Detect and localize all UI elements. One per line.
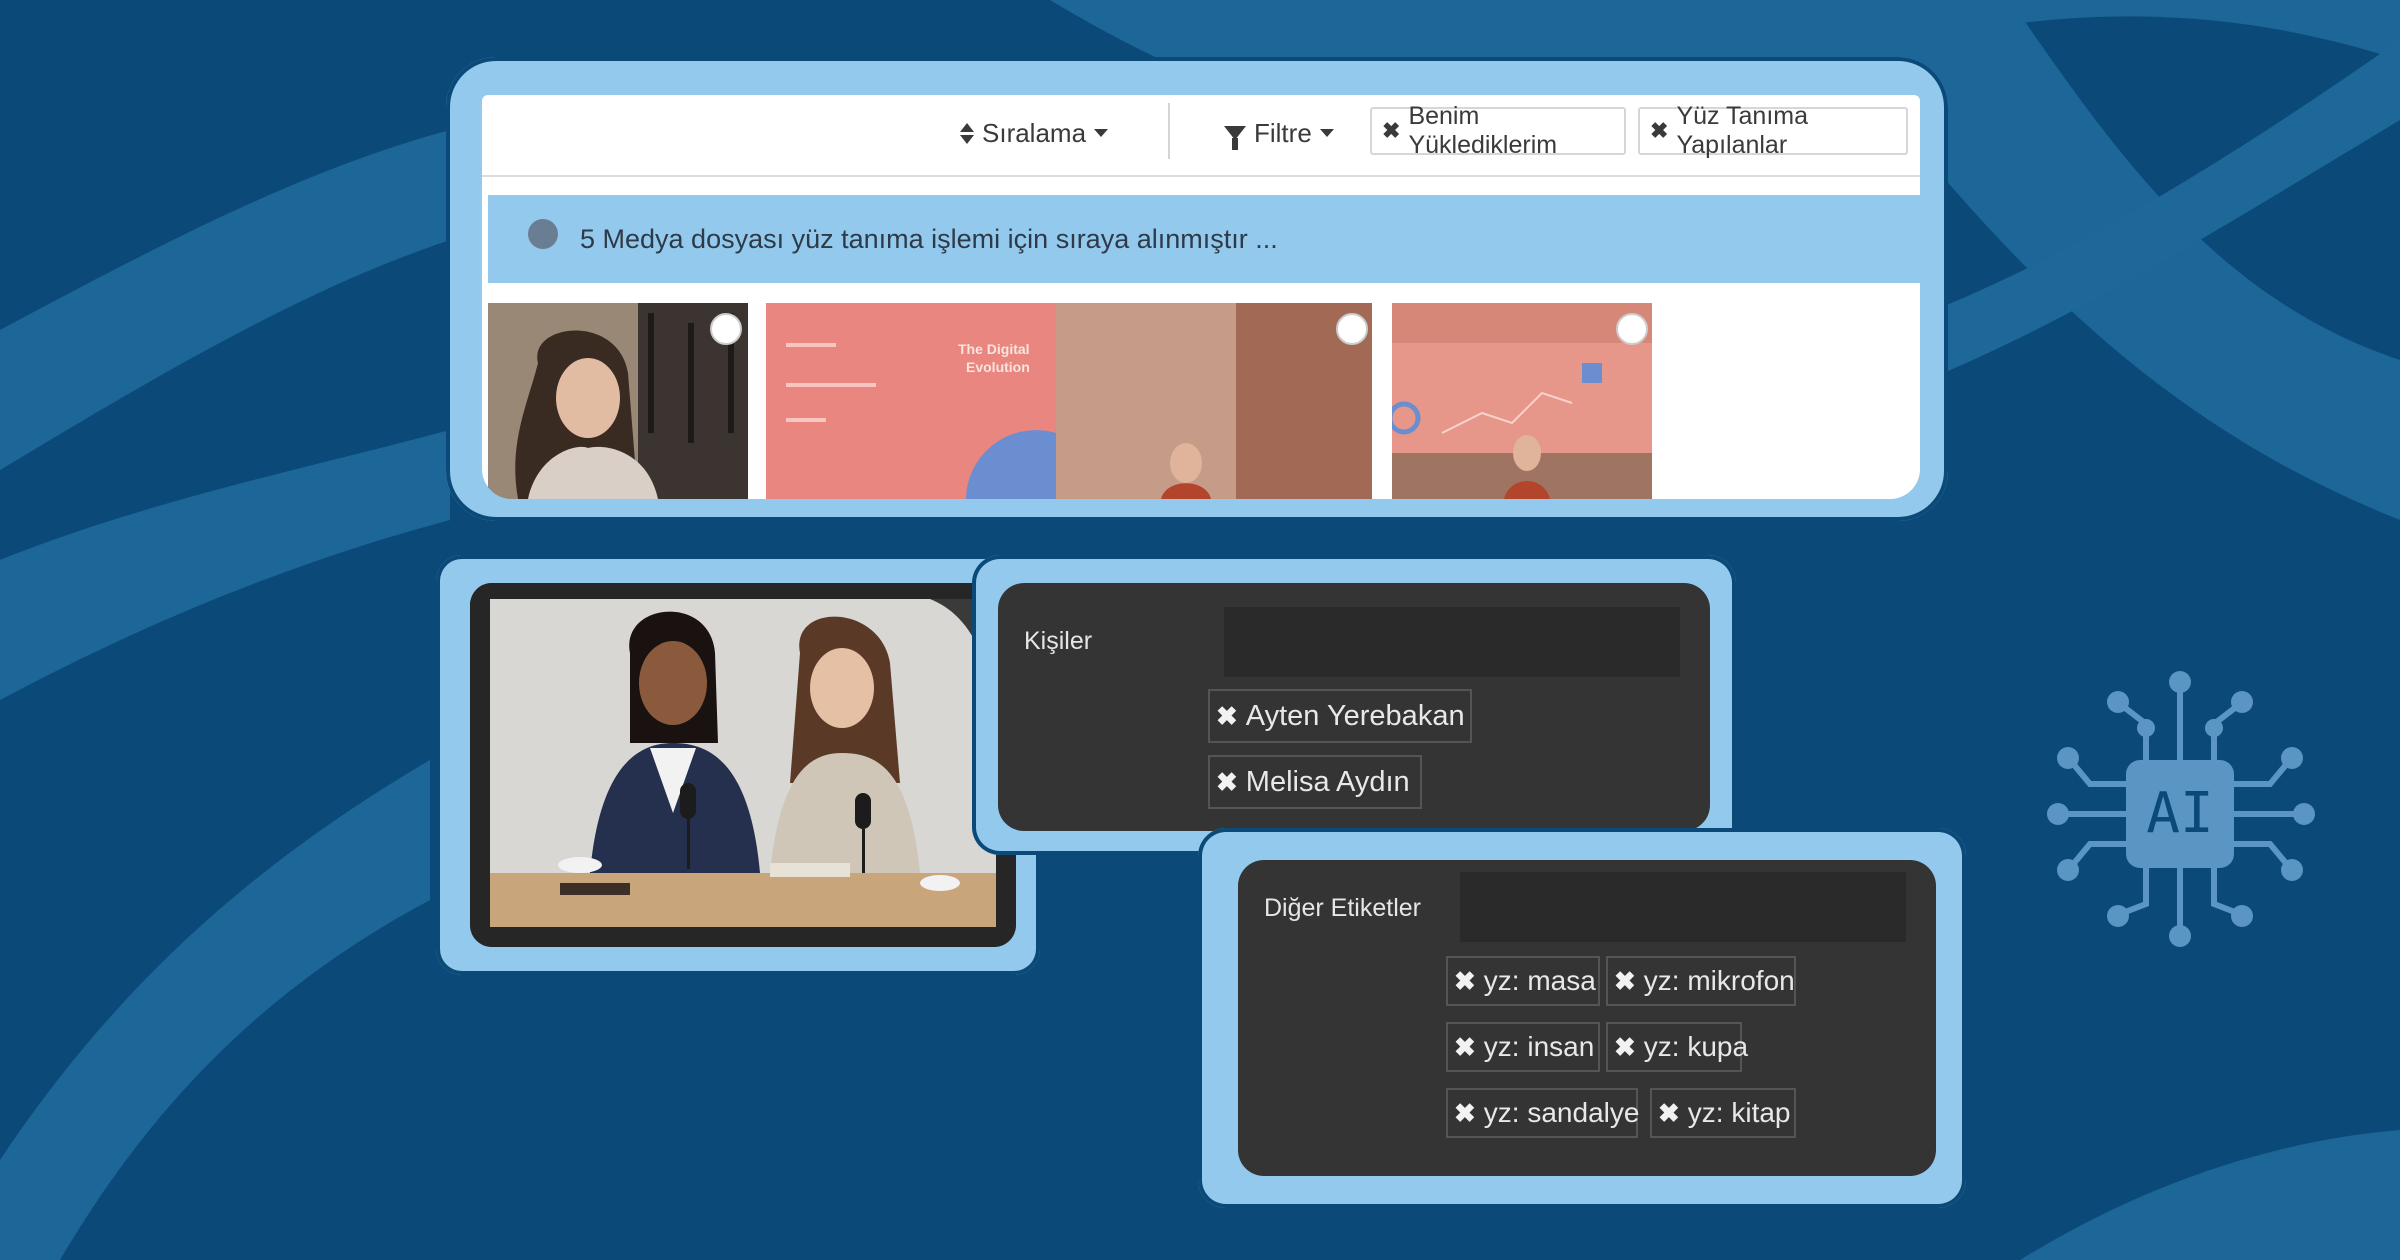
media-browser: Sıralama Filtre ✖ Benim Yüklediklerim ✖ … — [482, 95, 1920, 499]
person-tag-label: Melisa Aydın — [1245, 765, 1410, 798]
object-tag-label: yz: masa — [1483, 965, 1596, 996]
people-input[interactable] — [1224, 607, 1680, 677]
filter-label: Filtre — [1254, 117, 1312, 148]
object-tag-label: yz: kupa — [1643, 1031, 1749, 1062]
filter-chip-label: Benim Yüklediklerim — [1408, 102, 1558, 159]
object-tag[interactable]: ✖ yz: mikrofon — [1606, 956, 1796, 1006]
select-checkbox[interactable] — [710, 313, 742, 345]
thumbnail-image-presentation — [766, 303, 1372, 499]
thumbnail-image-chart-slide — [1392, 303, 1652, 499]
video-frame-two-women-podcast — [470, 583, 1016, 947]
filter-dropdown[interactable]: Filtre — [1224, 113, 1334, 153]
select-checkbox[interactable] — [1616, 313, 1648, 345]
person-tag[interactable]: ✖ Ayten Yerebakan — [1208, 689, 1472, 743]
close-x-icon[interactable]: ✖ — [1614, 1032, 1636, 1063]
caret-down-icon — [1094, 129, 1109, 137]
toolbar-divider — [1168, 103, 1170, 159]
filter-chip-my-uploads[interactable]: ✖ Benim Yüklediklerim — [1370, 102, 1626, 159]
video-preview[interactable] — [470, 583, 1016, 947]
people-panel: Kişiler ✖ Ayten Yerebakan ✖ Melisa Aydın — [998, 583, 1710, 831]
presentation-title-line-2: Evolution — [966, 359, 1030, 375]
person-tag-label: Ayten Yerebakan — [1245, 699, 1465, 732]
object-tag[interactable]: ✖ yz: masa — [1446, 956, 1600, 1006]
object-tag-label: yz: mikrofon — [1643, 965, 1795, 996]
object-tag-label: yz: kitap — [1687, 1097, 1791, 1128]
other-tags-panel: Diğer Etiketler ✖ yz: masa ✖ yz: mikrofo… — [1238, 860, 1936, 1176]
person-tag[interactable]: ✖ Melisa Aydın — [1208, 755, 1422, 809]
ai-chip-graphic: AI — [2047, 671, 2315, 947]
close-x-icon[interactable]: ✖ — [1614, 966, 1636, 997]
ai-chip-label: AI — [2146, 781, 2213, 846]
thumbnail-image-woman-cafe — [488, 303, 748, 499]
close-x-icon[interactable]: ✖ — [1454, 1032, 1476, 1063]
other-tags-label: Diğer Etiketler — [1264, 894, 1421, 922]
close-x-icon[interactable]: ✖ — [1454, 1098, 1476, 1129]
close-x-icon[interactable]: ✖ — [1658, 1098, 1680, 1129]
media-thumbnail[interactable] — [1392, 303, 1652, 499]
sort-dropdown[interactable]: Sıralama — [960, 113, 1109, 153]
media-thumbnail[interactable]: The Digital Evolution — [766, 303, 1372, 499]
media-toolbar: Sıralama Filtre ✖ Benim Yüklediklerim ✖ … — [482, 95, 1920, 177]
object-tag-label: yz: insan — [1483, 1031, 1595, 1062]
other-tags-input[interactable] — [1460, 872, 1906, 942]
object-tag[interactable]: ✖ yz: kupa — [1606, 1022, 1748, 1072]
presentation-title-line-1: The Digital — [958, 341, 1030, 357]
media-thumbnail[interactable] — [488, 303, 748, 499]
close-x-icon[interactable]: ✖ — [1216, 767, 1238, 798]
status-dot-icon — [528, 219, 558, 249]
sort-label: Sıralama — [982, 117, 1087, 148]
object-tag[interactable]: ✖ yz: sandalye — [1446, 1088, 1640, 1138]
close-x-icon[interactable]: ✖ — [1454, 966, 1476, 997]
close-x-icon[interactable]: ✖ — [1650, 118, 1668, 144]
close-x-icon[interactable]: ✖ — [1382, 118, 1400, 144]
close-x-icon[interactable]: ✖ — [1216, 701, 1238, 732]
queue-notice: 5 Medya dosyası yüz tanıma işlemi için s… — [488, 195, 1920, 283]
select-checkbox[interactable] — [1336, 313, 1368, 345]
caret-down-icon — [1319, 129, 1334, 137]
people-label: Kişiler — [1024, 627, 1093, 655]
object-tag[interactable]: ✖ yz: kitap — [1650, 1088, 1796, 1138]
object-tag[interactable]: ✖ yz: insan — [1446, 1022, 1600, 1072]
funnel-icon — [1224, 126, 1246, 150]
object-tag-label: yz: sandalye — [1483, 1097, 1640, 1128]
ai-chip-icon: AI — [2030, 664, 2330, 964]
queue-notice-text: 5 Medya dosyası yüz tanıma işlemi için s… — [580, 223, 1278, 254]
sort-updown-icon — [960, 122, 974, 144]
filter-chip-face-recognized[interactable]: ✖ Yüz Tanıma Yapılanlar — [1638, 102, 1908, 159]
filter-chip-label: Yüz Tanıma Yapılanlar — [1676, 102, 1808, 159]
